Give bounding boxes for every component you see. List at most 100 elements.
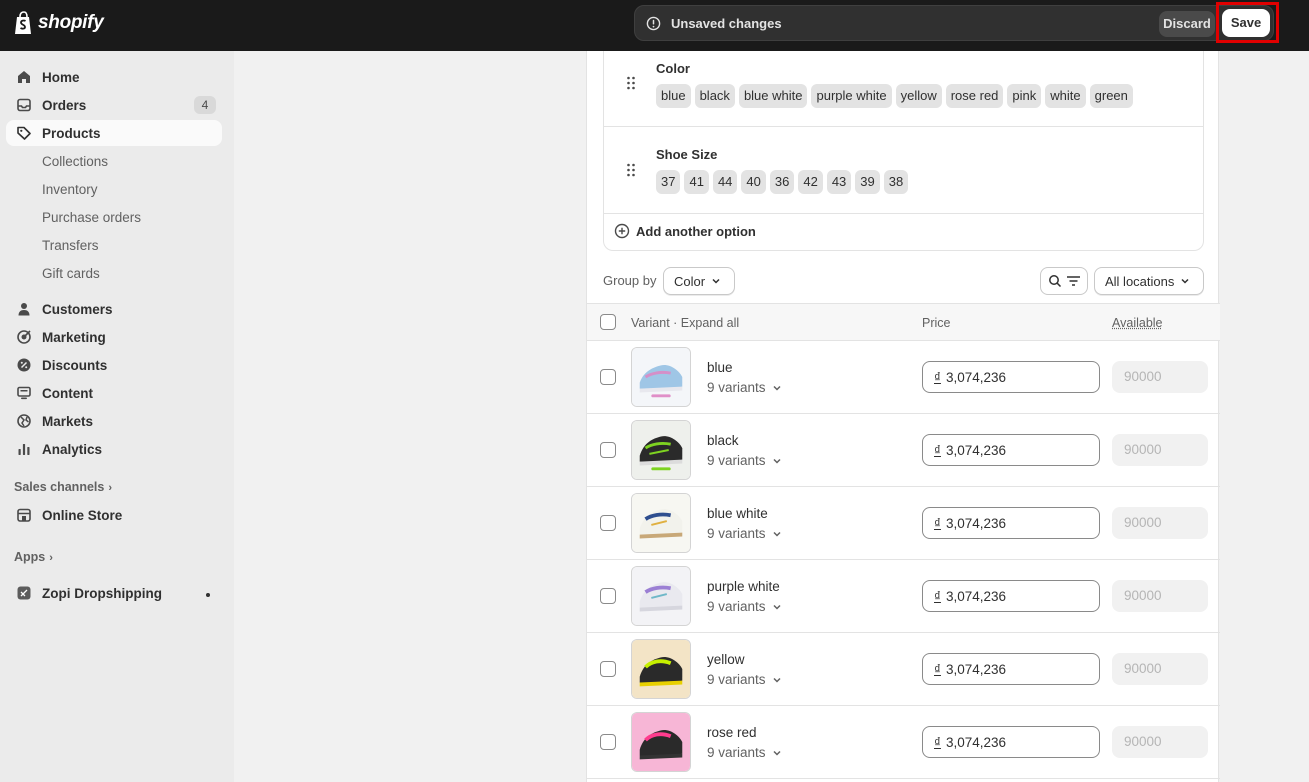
available-input[interactable]: 90000 bbox=[1112, 434, 1208, 466]
price-input[interactable]: ₫ 3,074,236 bbox=[922, 434, 1100, 466]
table-row[interactable]: blue 9 variants ₫ 3,074,236 90000 bbox=[587, 341, 1220, 414]
tag-icon bbox=[17, 126, 31, 140]
discount-icon bbox=[17, 358, 31, 372]
product-thumbnail-image bbox=[631, 420, 691, 480]
chevron-down-icon bbox=[773, 531, 781, 537]
table-row[interactable]: black 9 variants ₫ 3,074,236 90000 bbox=[587, 414, 1220, 487]
row-checkbox[interactable] bbox=[600, 442, 616, 458]
row-checkbox[interactable] bbox=[600, 515, 616, 531]
sidebar-item-analytics[interactable]: Analytics bbox=[6, 436, 222, 462]
top-bar: shopify Unsaved changes Discard Save bbox=[0, 0, 1309, 51]
group-by-value: Color bbox=[674, 273, 706, 289]
filter-icon bbox=[1066, 276, 1080, 286]
price-input[interactable]: ₫ 3,074,236 bbox=[922, 580, 1100, 612]
sales-channels-heading[interactable]: Sales channels › bbox=[14, 480, 112, 494]
sidebar-item-marketing[interactable]: Marketing bbox=[6, 324, 222, 350]
variant-count-toggle[interactable]: 9 variants bbox=[707, 599, 782, 614]
sidebar-subitem-gift-cards[interactable]: Gift cards bbox=[42, 266, 100, 281]
drag-handle-icon[interactable] bbox=[626, 163, 636, 177]
table-row[interactable]: rose red 9 variants ₫ 3,074,236 90000 bbox=[587, 706, 1220, 779]
chevron-down-icon bbox=[1181, 278, 1189, 284]
sidebar-item-zopi-dropshipping[interactable]: Zopi Dropshipping bbox=[6, 580, 222, 606]
price-input[interactable]: ₫ 3,074,236 bbox=[922, 726, 1100, 758]
add-another-option-button[interactable]: Add another option bbox=[614, 223, 756, 239]
sidebar-subitem-collections[interactable]: Collections bbox=[42, 154, 108, 169]
discard-button[interactable]: Discard bbox=[1159, 11, 1215, 37]
divider bbox=[604, 213, 1203, 214]
sidebar-item-markets[interactable]: Markets bbox=[6, 408, 222, 434]
sidebar-item-home[interactable]: Home bbox=[6, 64, 222, 90]
price-value: 3,074,236 bbox=[945, 661, 1006, 677]
variant-count-toggle[interactable]: 9 variants bbox=[707, 745, 782, 760]
option-values: blue black blue white purple white yello… bbox=[656, 84, 1133, 108]
drag-handle-icon[interactable] bbox=[626, 76, 636, 90]
available-column-header[interactable]: Available bbox=[1112, 316, 1163, 330]
person-icon bbox=[18, 303, 30, 316]
option-value-chip: pink bbox=[1007, 84, 1042, 108]
chevron-down-icon bbox=[773, 750, 781, 756]
currency-symbol: ₫ bbox=[934, 588, 941, 604]
option-value-chip: 40 bbox=[741, 170, 766, 194]
search-icon bbox=[1048, 275, 1061, 288]
available-input[interactable]: 90000 bbox=[1112, 580, 1208, 612]
currency-symbol: ₫ bbox=[934, 442, 941, 458]
save-button[interactable]: Save bbox=[1222, 9, 1270, 37]
table-row[interactable]: yellow 9 variants ₫ 3,074,236 90000 bbox=[587, 633, 1220, 706]
apps-heading[interactable]: Apps › bbox=[14, 550, 53, 564]
variant-count-toggle[interactable]: 9 variants bbox=[707, 672, 782, 687]
price-input[interactable]: ₫ 3,074,236 bbox=[922, 507, 1100, 539]
row-checkbox[interactable] bbox=[600, 369, 616, 385]
table-row[interactable]: blue white 9 variants ₫ 3,074,236 90000 bbox=[587, 487, 1220, 560]
search-filter-button[interactable] bbox=[1040, 267, 1088, 295]
option-shoe-size[interactable]: Shoe Size 37 41 44 40 36 42 43 39 38 bbox=[604, 127, 1203, 213]
price-input[interactable]: ₫ 3,074,236 bbox=[922, 361, 1100, 393]
store-icon bbox=[17, 508, 31, 522]
sidebar-item-content[interactable]: Content bbox=[6, 380, 222, 406]
variant-count-label: 9 variants bbox=[707, 599, 766, 614]
variant-count-toggle[interactable]: 9 variants bbox=[707, 526, 782, 541]
sidebar-item-online-store[interactable]: Online Store bbox=[6, 502, 222, 528]
option-value-chip: 44 bbox=[712, 170, 738, 194]
available-input[interactable]: 90000 bbox=[1112, 361, 1208, 393]
sidebar-item-customers[interactable]: Customers bbox=[6, 296, 222, 322]
price-value: 3,074,236 bbox=[945, 515, 1006, 531]
available-input[interactable]: 90000 bbox=[1112, 507, 1208, 539]
option-value-chip: 43 bbox=[826, 170, 852, 194]
sidebar-subitem-inventory[interactable]: Inventory bbox=[42, 182, 98, 197]
option-title: Shoe Size bbox=[656, 147, 718, 162]
option-value-chip: rose red bbox=[945, 84, 1004, 108]
option-color[interactable]: Color blue black blue white purple white… bbox=[604, 51, 1203, 126]
sidebar-item-products[interactable]: Products bbox=[6, 120, 222, 146]
row-checkbox[interactable] bbox=[600, 734, 616, 750]
sidebar-item-discounts[interactable]: Discounts bbox=[6, 352, 222, 378]
group-by-select[interactable]: Color bbox=[663, 267, 735, 295]
locations-select[interactable]: All locations bbox=[1094, 267, 1204, 295]
globe-icon bbox=[17, 414, 31, 428]
variant-count-toggle[interactable]: 9 variants bbox=[707, 380, 782, 395]
variant-group-name: blue bbox=[707, 360, 733, 375]
shopify-logo[interactable]: shopify bbox=[14, 11, 104, 35]
price-input[interactable]: ₫ 3,074,236 bbox=[922, 653, 1100, 685]
table-row[interactable]: purple white 9 variants ₫ 3,074,236 90000 bbox=[587, 560, 1220, 633]
sales-channels-label: Sales channels bbox=[14, 480, 105, 494]
variant-group-name: rose red bbox=[707, 725, 757, 740]
chevron-down-icon bbox=[712, 278, 720, 284]
sidebar: Home Orders 4 Products Collections Inven… bbox=[0, 51, 234, 782]
sidebar-item-label: Marketing bbox=[42, 330, 106, 345]
available-input[interactable]: 90000 bbox=[1112, 726, 1208, 758]
price-value: 3,074,236 bbox=[945, 588, 1006, 604]
sidebar-subitem-transfers[interactable]: Transfers bbox=[42, 238, 99, 253]
option-values: 37 41 44 40 36 42 43 39 38 bbox=[656, 170, 909, 194]
main-content: Color blue black blue white purple white… bbox=[234, 51, 1309, 782]
available-input[interactable]: 90000 bbox=[1112, 653, 1208, 685]
select-all-checkbox[interactable] bbox=[600, 314, 616, 330]
option-value-chip: 41 bbox=[684, 170, 709, 194]
variant-count-toggle[interactable]: 9 variants bbox=[707, 453, 782, 468]
variant-column-header[interactable]: Variant · Expand all bbox=[631, 316, 739, 330]
row-checkbox[interactable] bbox=[600, 661, 616, 677]
sidebar-item-orders[interactable]: Orders 4 bbox=[6, 92, 222, 118]
price-value: 3,074,236 bbox=[945, 369, 1006, 385]
sidebar-subitem-purchase-orders[interactable]: Purchase orders bbox=[42, 210, 141, 225]
currency-symbol: ₫ bbox=[934, 369, 941, 385]
row-checkbox[interactable] bbox=[600, 588, 616, 604]
